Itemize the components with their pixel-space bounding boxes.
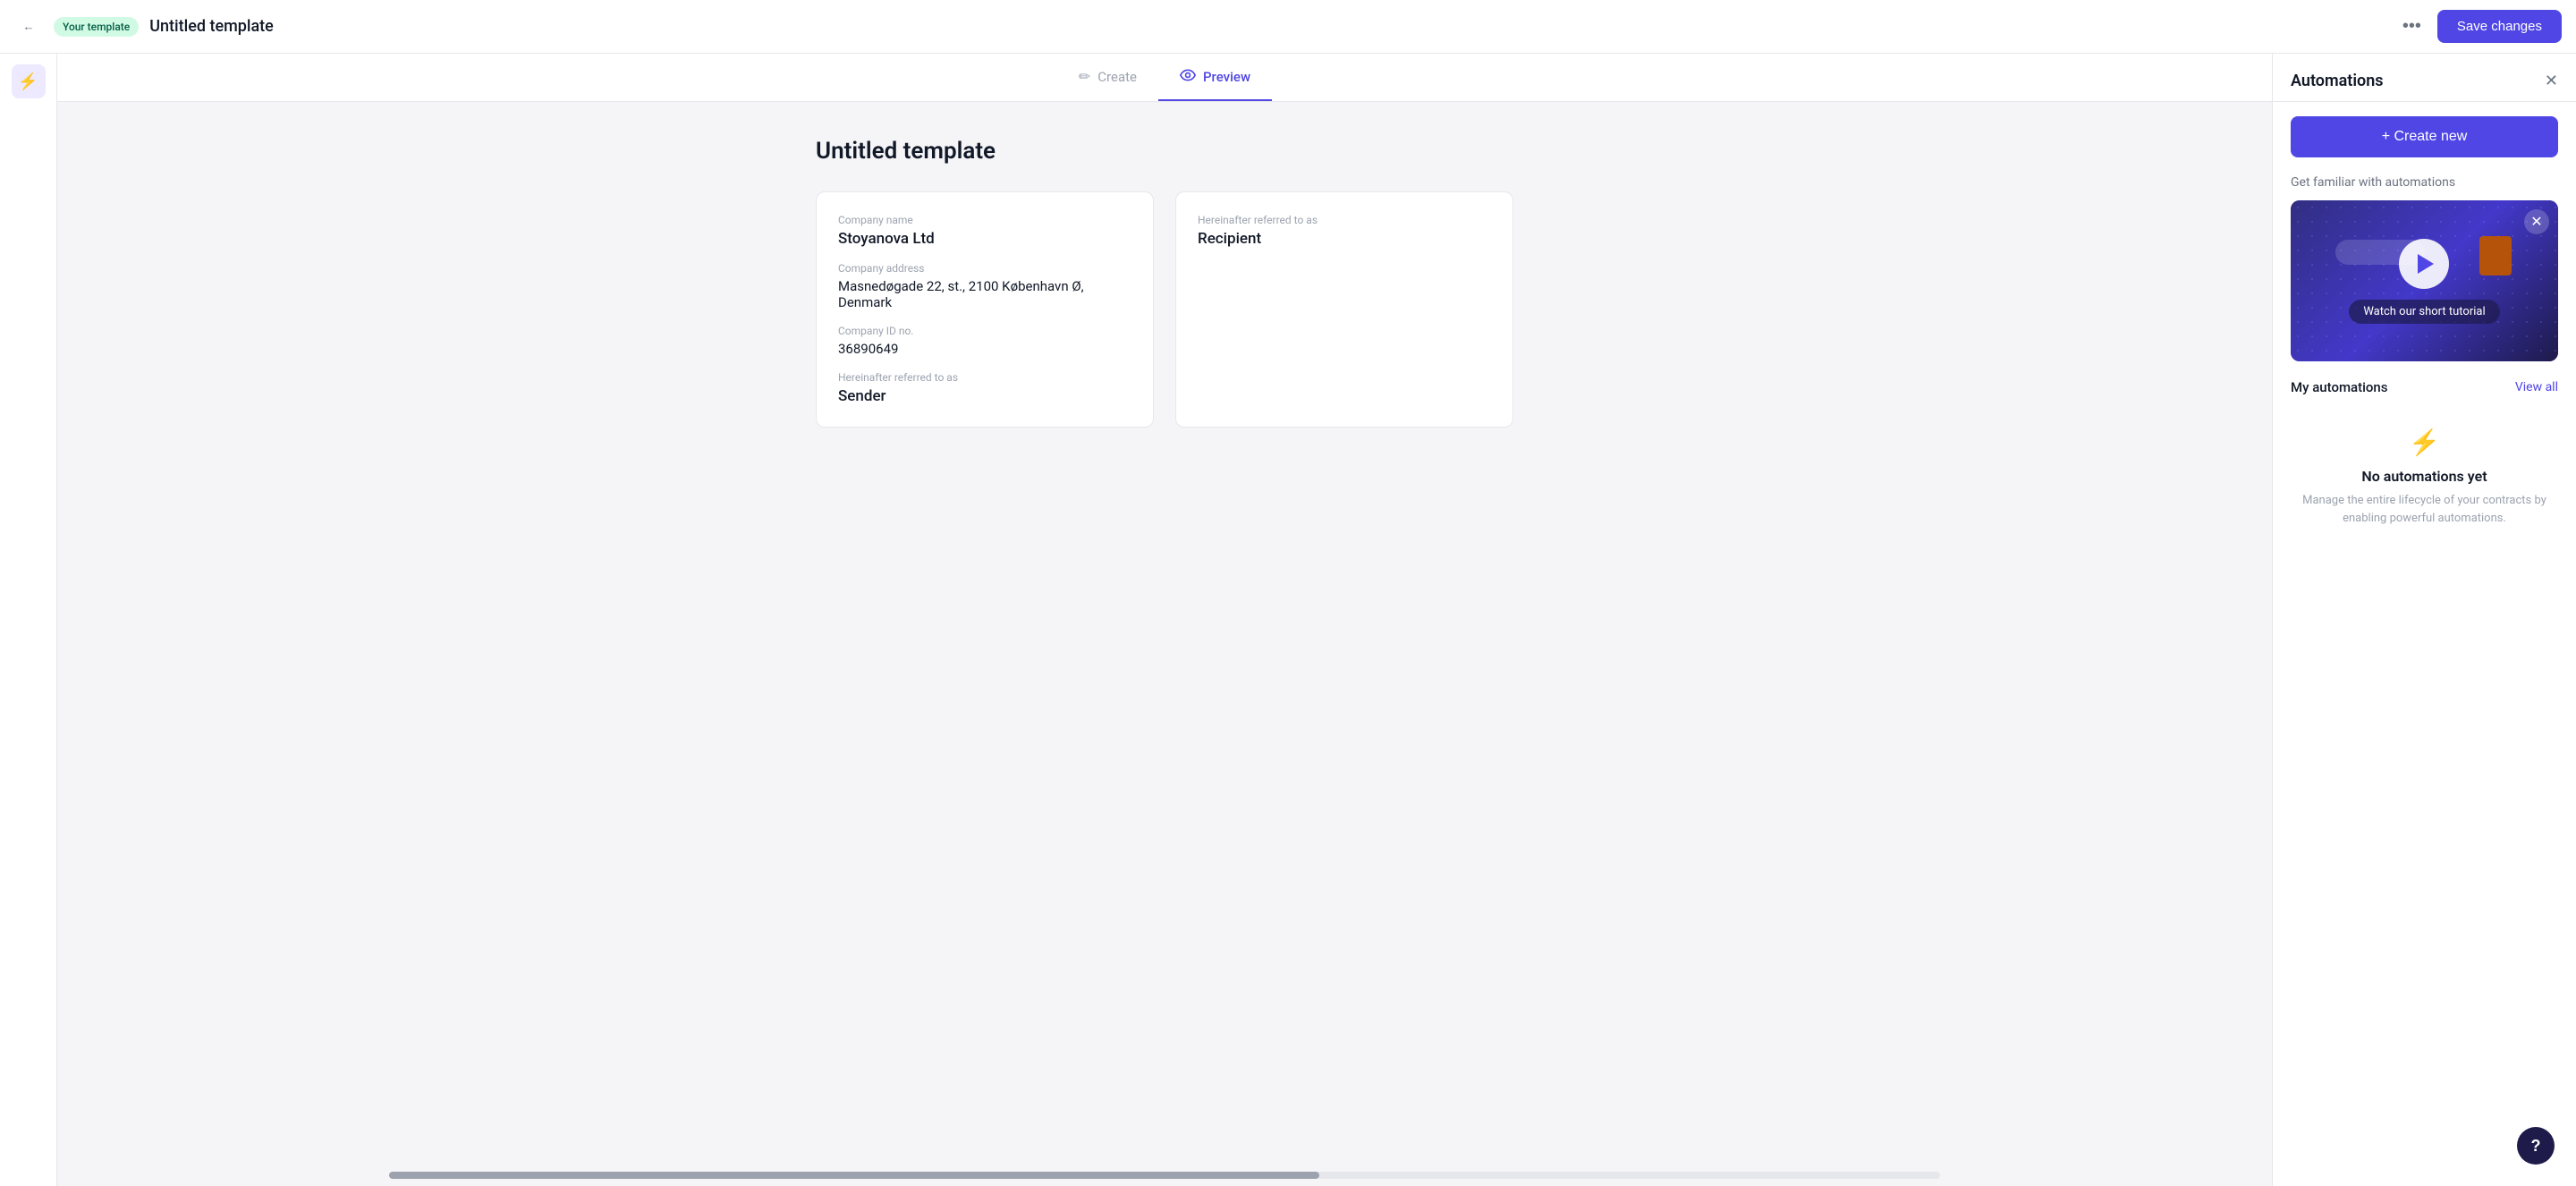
back-icon: ← [22, 20, 34, 33]
automations-sidebar-icon[interactable]: ⚡ [12, 64, 46, 98]
sender-card: Company name Stoyanova Ltd Company addre… [816, 191, 1154, 428]
company-id-label: Company ID no. [838, 325, 1131, 337]
video-close-button[interactable]: ✕ [2524, 209, 2549, 234]
center-content: ✏ Create Preview Untitled template [57, 54, 2272, 1186]
topbar-right: ••• Save changes [2397, 10, 2562, 43]
tab-preview-label: Preview [1203, 69, 1250, 85]
no-auto-title: No automations yet [2361, 468, 2487, 485]
left-sidebar: ⚡ [0, 54, 57, 1186]
create-new-button[interactable]: + Create new [2291, 116, 2558, 157]
company-name-value: Stoyanova Ltd [838, 230, 1131, 248]
recipient-card: Hereinafter referred to as Recipient [1175, 191, 1513, 428]
more-options-button[interactable]: ••• [2397, 11, 2427, 42]
scrollbar-thumb[interactable] [389, 1172, 1319, 1179]
topbar-left: ← Your template Untitled template [14, 13, 274, 41]
create-tab-icon: ✏ [1079, 68, 1090, 85]
automations-panel: Automations ✕ + Create new Get familiar … [2272, 54, 2576, 1186]
familiar-title: Get familiar with automations [2291, 175, 2558, 190]
panel-title: Automations [2291, 72, 2384, 90]
play-button-area[interactable]: Watch our short tutorial [2349, 239, 2499, 324]
preview-tab-icon [1180, 68, 1196, 85]
company-address-value: Masnedøgade 22, st., 2100 København Ø, D… [838, 278, 1131, 310]
help-button[interactable]: ? [2517, 1127, 2555, 1165]
panel-close-button[interactable]: ✕ [2545, 72, 2558, 90]
my-automations-label: My automations [2291, 379, 2388, 395]
company-id-value: 36890649 [838, 341, 1131, 357]
view-all-link[interactable]: View all [2515, 380, 2558, 394]
tab-create[interactable]: ✏ Create [1057, 54, 1158, 101]
play-triangle-icon [2418, 254, 2434, 274]
play-circle[interactable] [2399, 239, 2449, 289]
tutorial-video[interactable]: ✕ Watch our short tutorial [2291, 200, 2558, 361]
tab-preview[interactable]: Preview [1158, 54, 1272, 101]
no-auto-desc: Manage the entire lifecycle of your cont… [2291, 492, 2558, 527]
horizontal-scrollbar[interactable] [389, 1172, 1939, 1179]
tabs-bar: ✏ Create Preview [57, 54, 2272, 102]
save-changes-button[interactable]: Save changes [2437, 10, 2562, 43]
my-automations-row: My automations View all [2291, 379, 2558, 395]
sender-referred-as-label: Hereinafter referred to as [838, 371, 1131, 384]
main-layout: ⚡ ✏ Create Preview Untitled [0, 54, 2576, 1186]
watch-label: Watch our short tutorial [2349, 300, 2499, 324]
sender-referred-as-value: Sender [838, 387, 1131, 405]
company-address-label: Company address [838, 262, 1131, 275]
no-auto-lightning-icon: ⚡ [2409, 428, 2440, 457]
document-title-topbar: Untitled template [149, 17, 274, 36]
recipient-referred-as-value: Recipient [1198, 230, 1491, 248]
topbar: ← Your template Untitled template ••• Sa… [0, 0, 2576, 54]
document-area: Untitled template Company name Stoyanova… [762, 102, 1567, 1165]
panel-header: Automations ✕ [2273, 54, 2576, 102]
company-name-label: Company name [838, 214, 1131, 226]
no-automations-area: ⚡ No automations yet Manage the entire l… [2291, 410, 2558, 545]
tab-create-label: Create [1097, 69, 1137, 85]
your-template-badge: Your template [54, 17, 139, 37]
recipient-referred-as-label: Hereinafter referred to as [1198, 214, 1491, 226]
cards-row: Company name Stoyanova Ltd Company addre… [816, 191, 1513, 428]
document-main-title: Untitled template [816, 138, 1513, 165]
panel-body: + Create new Get familiar with automatio… [2273, 102, 2576, 1186]
back-button[interactable]: ← [14, 13, 43, 41]
